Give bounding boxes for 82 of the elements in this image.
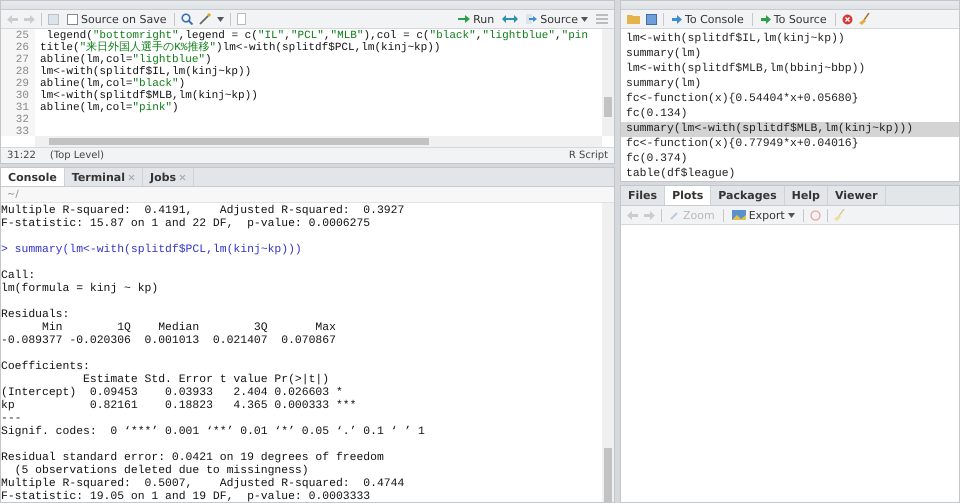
line-number: 32 [14,114,30,126]
arrow-icon [526,14,538,24]
file-type-selector[interactable]: R Script [568,150,608,161]
forward-arrow-icon[interactable] [24,14,35,24]
console-output: (Intercept) 0.09453 0.03933 2.404 0.026603 * [1,387,344,399]
to-source-button[interactable]: To Source [758,11,829,27]
save-icon[interactable] [646,14,657,24]
history-entry[interactable]: summary(lm) [621,77,959,92]
back-arrow-icon[interactable] [7,14,18,24]
console-output: F-statistic: 19.05 on 1 and 19 DF, p-value: 0.0003333 [1,491,370,502]
scrollbar[interactable] [602,29,614,136]
history-entry[interactable]: fc<-function(x){0.77949*x+0.04016} [621,137,959,152]
arrow-icon [760,14,771,24]
code-line: lm<-with(splitdf$IL,lm(kinj~kp)) [40,66,252,78]
search-icon[interactable] [181,13,194,25]
cursor-position: 31:22 [7,150,36,161]
scope-selector[interactable]: (Top Level) [50,150,104,161]
code-line: abline(lm,col="pink") [40,102,179,114]
arrow-icon [458,15,470,23]
horizontal-scrollbar[interactable] [35,136,602,147]
broom-icon[interactable] [858,13,870,25]
image-icon [732,210,746,220]
line-number: 33 [14,126,30,136]
folder-icon[interactable] [627,14,640,24]
line-number: 26 [14,42,30,54]
console-output: kp 0.82161 0.18823 4.365 0.000333 *** [1,400,356,412]
source-on-save-checkbox[interactable]: Source on Save [65,11,168,27]
console-output: Residuals: [1,309,70,321]
console-output: Coefficients: [1,361,90,373]
history-entry[interactable]: summary(lm<-with(splitdf$MLB,lm(kinj~kp))) [621,122,959,137]
console-output: (5 observations deleted due to missingness) [14,465,309,477]
history-entry[interactable]: fc(0.374) [621,152,959,167]
line-number: 25 [14,30,30,42]
history-entry[interactable]: lm<-with(splitdf$IL,lm(kinj~kp)) [621,32,959,47]
console-output: Estimate Std. Error t value Pr(>|t|) [82,374,330,386]
caret-icon [788,212,795,218]
history-entry[interactable]: lm<-with(splitdf$MLB,lm(bbinj~bbp)) [621,62,959,77]
console-output: lm(formula = kinj ~ kp) [1,283,158,295]
rerun-arrows-icon[interactable] [502,15,518,23]
close-icon[interactable] [128,174,135,180]
working-directory: ~/ [7,189,19,200]
code-line: legend("bottomright",legend = c("IL","PCL","MLB"),col = c("black","lightblue","pin [46,30,588,42]
code-line: title("来日外国人選手のK%推移")lm<-with(splitdf$PCL,lm(kinj~kp)) [40,42,440,54]
scrollbar[interactable] [602,203,614,502]
console-output: Multiple R-squared: 0.5007, Adjusted R-squared: 0.4744 [1,478,406,490]
history-entry[interactable]: table(df$league) [621,167,959,181]
history-entry[interactable]: summary(lm) [621,47,959,62]
console-output: Residual standard error: 0.0421 on 19 degrees of freedom [1,452,384,464]
code-line: abline(lm,col="lightblue") [40,54,212,66]
forward-arrow-icon[interactable] [644,210,655,220]
back-arrow-icon[interactable] [627,210,638,220]
close-icon[interactable] [179,174,186,180]
console-tab[interactable]: Console [1,168,65,186]
console-output: -0.089377 -0.020306 0.001013 0.021407 0.070867 [1,335,337,347]
console-output: --- [1,413,22,425]
code-line: abline(lm,col="black") [40,78,186,90]
console-output: Signif. codes: 0 ‘***’ 0.001 ‘**’ 0.01 ‘*’ 0.05 ‘.’ 0.1 ‘ ’ 1 [1,426,425,438]
wand-icon[interactable] [199,13,212,25]
console-output: Call: [1,270,36,282]
line-number: 30 [14,90,30,102]
lines-icon[interactable] [596,14,608,24]
console-output: Min 1Q Median 3Q Max [41,322,337,334]
console-output: Multiple R-squared: 0.4191, Adjusted R-squared: 0.3927 [1,205,406,217]
line-number: 31 [14,102,30,114]
run-button[interactable]: Run [456,11,496,27]
delete-icon[interactable] [842,14,853,24]
line-number: 29 [14,78,30,90]
arrow-icon [672,14,682,24]
export-button[interactable]: Export [730,207,797,223]
line-number: 27 [14,54,30,66]
console-command: > summary(lm<-with(splitdf$PCL,lm(kinj~kp))) [1,244,302,256]
line-number: 28 [14,66,30,78]
caret-icon [581,16,588,22]
code-line: lm<-with(splitdf$MLB,lm(kinj~kp)) [40,90,258,102]
to-console-button[interactable]: To Console [670,11,746,27]
pane-tab[interactable]: Plots [665,186,712,205]
console-output: F-statistic: 15.87 on 1 and 22 DF, p-value: 0.0006275 [1,218,370,230]
caret-icon [217,16,224,22]
source-button[interactable]: Source [524,11,590,27]
history-entry[interactable]: fc(0.134) [621,107,959,122]
history-entry[interactable]: fc<-function(x){0.54404*x+0.05680} [621,92,959,107]
page-icon[interactable] [237,13,246,25]
